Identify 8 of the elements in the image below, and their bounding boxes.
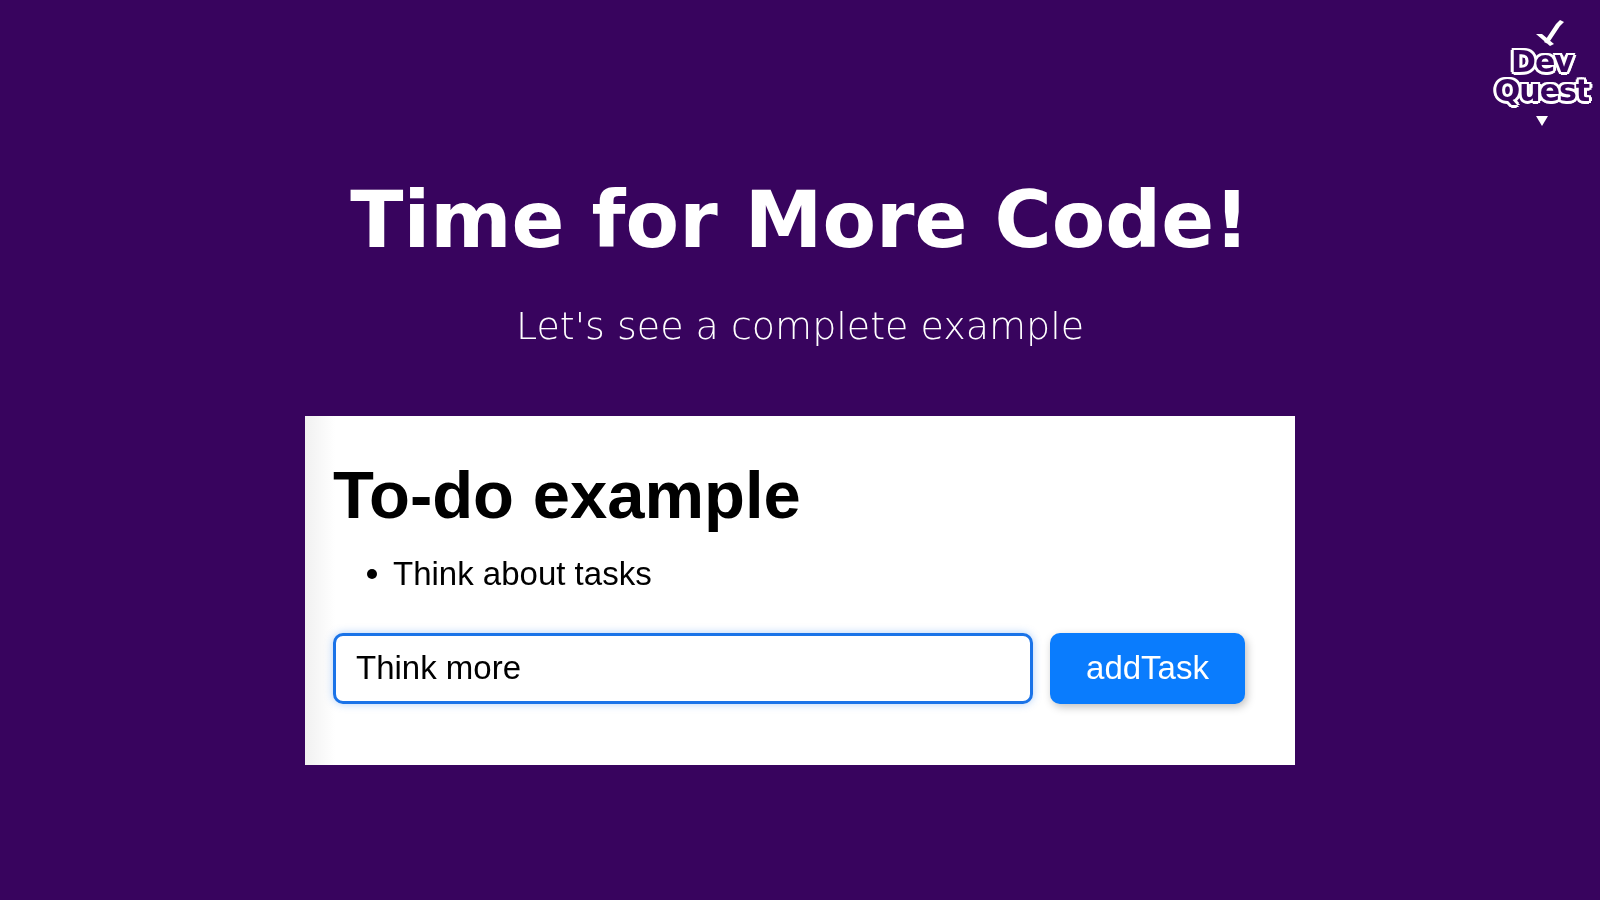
bullet-icon (367, 568, 377, 579)
slide-title: Time for More Code! (350, 178, 1250, 264)
add-task-button[interactable]: addTask (1050, 632, 1245, 704)
slide-subtitle: Let's see a complete example (515, 303, 1085, 348)
task-item: Think about tasks (393, 554, 652, 593)
logo: Dev Quest (1492, 18, 1592, 124)
page-heading: To-do example (333, 455, 802, 533)
task-input-field[interactable]: Think more (333, 632, 1033, 704)
